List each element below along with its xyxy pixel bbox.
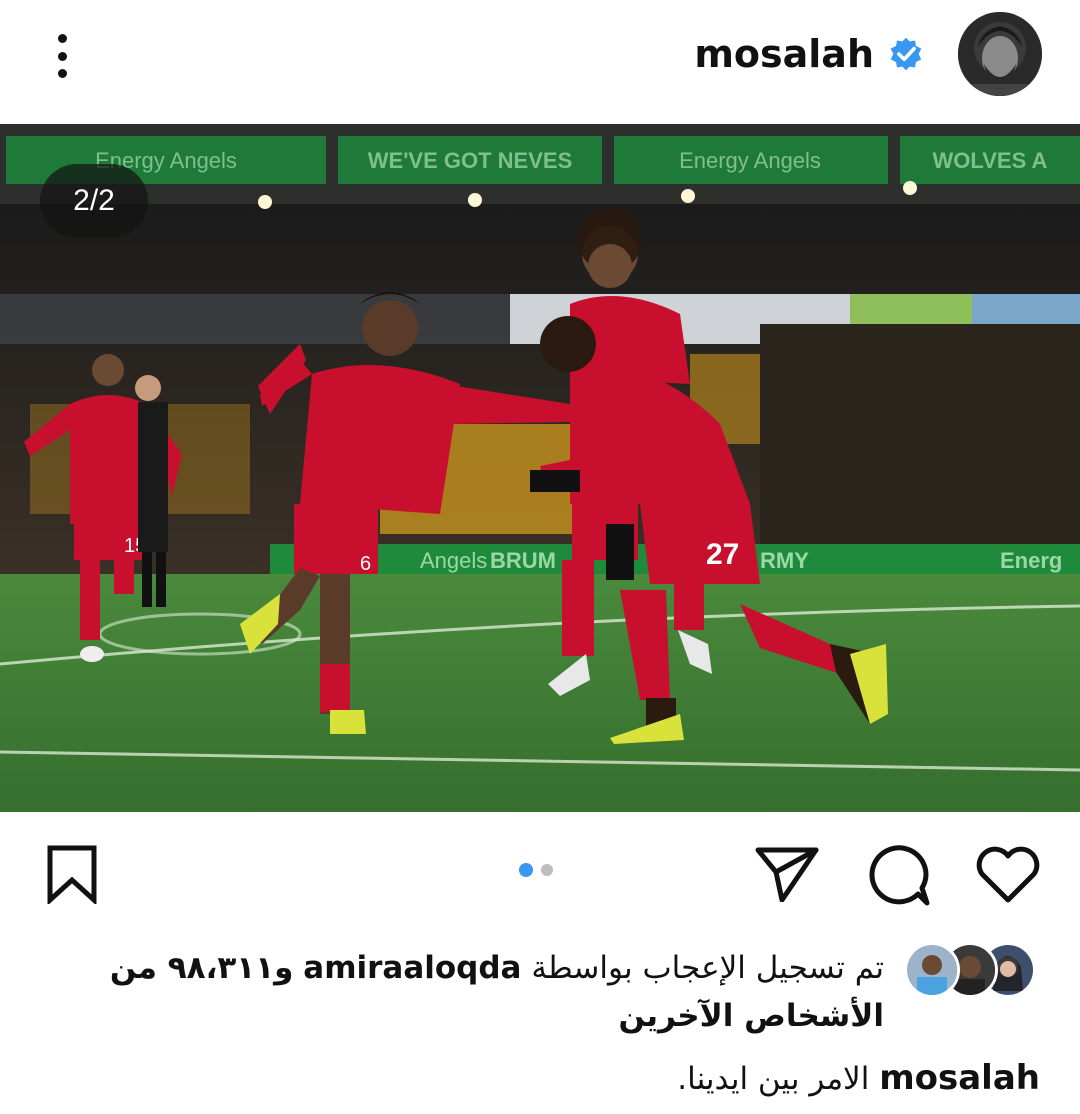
caption-text: الامر بين ايدينا. [677, 1061, 870, 1097]
heart-icon[interactable] [974, 842, 1042, 906]
bookmark-icon[interactable] [44, 844, 100, 904]
photo-counter: 2/2 [40, 164, 148, 238]
jersey-number: 6 [360, 553, 371, 575]
likes-summary[interactable]: تم تسجيل الإعجاب بواسطة amiraaloqda و٩٨،… [84, 944, 884, 1040]
carousel-indicator [519, 863, 553, 877]
post-caption: mosalah الامر بين ايدينا. [40, 1054, 1040, 1103]
liker-username[interactable]: amiraaloqda [303, 950, 521, 986]
caption-username[interactable]: mosalah [879, 1058, 1040, 1098]
board-text: WOLVES A [933, 148, 1048, 173]
carousel-dot [541, 864, 553, 876]
board-text: WE'VE GOT NEVES [368, 148, 573, 173]
verified-badge-icon [890, 37, 922, 71]
likes-prefix: تم تسجيل الإعجاب بواسطة [531, 950, 884, 986]
board-text: BRUM [490, 548, 556, 573]
board-text: Energy Angels [679, 148, 821, 173]
post-photo[interactable]: Energy Angels WE'VE GOT NEVES Energy Ang… [0, 124, 1080, 812]
share-icon[interactable] [754, 842, 820, 902]
liker-avatar [904, 942, 960, 998]
board-text: Energ [1000, 548, 1062, 573]
carousel-dot-active [519, 863, 533, 877]
more-options-icon[interactable] [40, 28, 84, 84]
post-username[interactable]: mosalah [694, 28, 874, 80]
board-text: Angels [420, 548, 487, 573]
jersey-number: 27 [706, 538, 739, 571]
comment-icon[interactable] [866, 842, 932, 908]
board-text: RMY [760, 548, 809, 573]
post-header: mosalah [0, 0, 1080, 124]
profile-avatar[interactable] [958, 12, 1042, 96]
liker-avatars[interactable] [904, 942, 1036, 998]
